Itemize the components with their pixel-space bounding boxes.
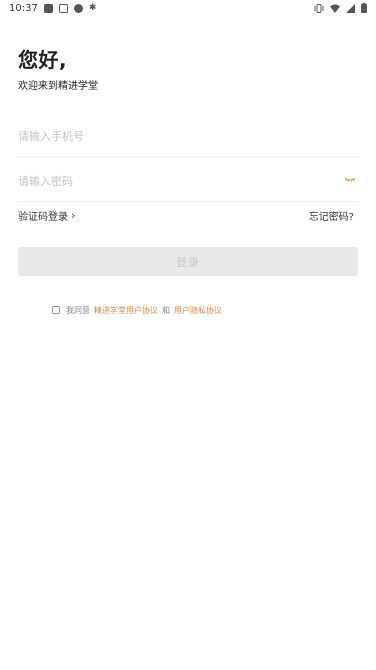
login-page: 10:37 ✱ 您好, 欢迎来到精进学堂 请输入手机号 验证码登录 › 忘记密码… [0,0,376,670]
signal-icon [346,3,355,13]
greeting-title: 您好, [18,48,68,72]
eye-closed-icon[interactable] [344,176,356,184]
app-square-icon [43,3,53,13]
wifi-icon [330,4,340,13]
status-bar: 10:37 ✱ [0,0,376,16]
chevron-right-icon: › [71,208,76,222]
phone-input[interactable] [18,130,358,143]
battery-icon [361,3,367,13]
bug-icon: ✱ [88,2,97,13]
greeting-subtitle: 欢迎来到精进学堂 [18,81,98,92]
vibrate-icon [314,3,324,13]
status-right [314,3,367,13]
chat-bubble-icon [73,3,83,13]
sms-login-label: 验证码登录 [18,212,68,223]
password-field-container [18,162,358,202]
status-left: 10:37 ✱ [9,3,96,14]
privacy-policy-link[interactable]: 用户隐私协议 [174,305,222,316]
status-time: 10:37 [9,2,38,14]
password-input[interactable] [18,175,358,188]
agreement-conjunction: 和 [162,305,170,315]
login-button[interactable]: 登录 [18,247,358,276]
user-agreement-link[interactable]: 精进学堂用户协议 [94,305,158,316]
agreement-prefix: 我同意 [66,305,90,315]
forgot-password-link[interactable]: 忘记密码? [309,208,354,223]
phone-field-container [18,117,358,157]
agreement-checkbox[interactable] [52,306,60,314]
photo-icon [58,3,68,13]
agreement-row: 我同意 精进学堂用户协议 和 用户隐私协议 [52,304,222,316]
sms-login-link[interactable]: 验证码登录 › [18,208,76,224]
